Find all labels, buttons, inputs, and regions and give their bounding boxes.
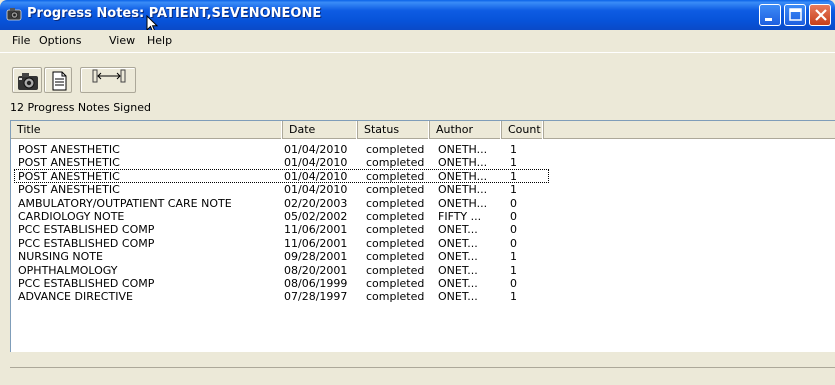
cell-date: 05/02/2002: [284, 210, 348, 223]
cell-title: PCC ESTABLISHED COMP: [18, 223, 155, 237]
list-header: Title Date Status Author Count: [11, 121, 835, 139]
cell-status: completed: [366, 263, 425, 277]
table-row[interactable]: PCC ESTABLISHED COMP 08/06/1999 completed O…: [11, 277, 835, 290]
cell-date: 01/04/2010: [284, 183, 348, 197]
cell-count: 0: [510, 236, 517, 250]
cell-title: NURSING NOTE: [18, 250, 103, 264]
window-title: Progress Notes: PATIENT,SEVENONEONE: [27, 6, 322, 21]
cell-author: ONETH...: [438, 156, 488, 170]
cell-author: ONET...: [438, 277, 478, 290]
cell-author: ONET...: [438, 223, 478, 237]
cell-title: AMBULATORY/OUTPATIENT CARE NOTE: [18, 196, 232, 210]
cell-status: completed: [366, 250, 425, 264]
cell-date: 09/28/2001: [284, 250, 348, 264]
document-button[interactable]: [44, 67, 72, 93]
column-header-title[interactable]: Title: [11, 121, 283, 139]
cell-count: 0: [510, 196, 517, 210]
table-row[interactable]: POST ANESTHETIC 01/04/2010 completed ONETH.…: [11, 183, 835, 196]
maximize-button[interactable]: [784, 4, 806, 26]
toolbar: 12 Progress Notes Signed: [0, 52, 835, 114]
cell-date: 11/06/2001: [284, 223, 348, 237]
table-row[interactable]: ADVANCE DIRECTIVE 07/28/1997 completed ONET…: [11, 290, 835, 303]
cell-status: completed: [366, 143, 425, 156]
column-header-author[interactable]: Author: [430, 121, 502, 139]
menu-file[interactable]: File: [12, 34, 30, 47]
menu-bar: File Options View Help: [0, 30, 835, 52]
column-header-date[interactable]: Date: [283, 121, 358, 139]
cell-count: 1: [510, 250, 517, 264]
cell-count: 1: [510, 143, 517, 156]
column-width-button[interactable]: [80, 67, 136, 93]
progress-notes-window: Progress Notes: PATIENT,SEVENONEONE File…: [0, 0, 835, 385]
status-bar: [0, 352, 835, 385]
table-row[interactable]: POST ANESTHETIC 01/04/2010 completed ONETH.…: [11, 156, 835, 169]
cell-date: 01/04/2010: [284, 169, 348, 183]
cell-title: CARDIOLOGY NOTE: [18, 210, 125, 223]
minimize-button[interactable]: [759, 4, 781, 26]
column-header-status[interactable]: Status: [358, 121, 430, 139]
title-bar[interactable]: Progress Notes: PATIENT,SEVENONEONE: [0, 0, 835, 30]
cell-count: 1: [510, 183, 517, 197]
cell-title: OPHTHALMOLOGY: [18, 263, 118, 277]
cell-status: completed: [366, 196, 425, 210]
cell-date: 01/04/2010: [284, 156, 348, 170]
cell-status: completed: [366, 156, 425, 170]
menu-options[interactable]: Options: [39, 34, 81, 47]
cell-count: 1: [510, 156, 517, 170]
divider: [10, 367, 835, 368]
cell-author: ONET...: [438, 250, 478, 264]
cell-count: 0: [510, 277, 517, 290]
cell-status: completed: [366, 277, 425, 290]
table-row[interactable]: NURSING NOTE 09/28/2001 completed ONET... 1: [11, 250, 835, 263]
cell-status: completed: [366, 223, 425, 237]
table-row[interactable]: AMBULATORY/OUTPATIENT CARE NOTE 02/20/200…: [11, 197, 835, 210]
cell-author: FIFTY ...: [438, 210, 482, 223]
cell-date: 07/28/1997: [284, 290, 348, 304]
cell-status: completed: [366, 183, 425, 197]
cell-title: PCC ESTABLISHED COMP: [18, 277, 155, 290]
cell-title: POST ANESTHETIC: [18, 169, 120, 183]
cell-count: 0: [510, 223, 517, 237]
table-row[interactable]: PCC ESTABLISHED COMP 11/06/2001 completed O…: [11, 223, 835, 236]
cell-author: ONETH...: [438, 169, 488, 183]
cell-author: ONETH...: [438, 196, 488, 210]
close-button[interactable]: [809, 4, 831, 26]
cell-count: 0: [510, 210, 517, 223]
column-header-count[interactable]: Count: [502, 121, 544, 139]
cell-title: ADVANCE DIRECTIVE: [18, 290, 133, 304]
camera-icon: [6, 7, 22, 21]
cell-status: completed: [366, 210, 425, 223]
cell-title: POST ANESTHETIC: [18, 143, 120, 156]
table-row[interactable]: POST ANESTHETIC 01/04/2010 completed ONETH.…: [11, 143, 835, 156]
cell-date: 02/20/2003: [284, 196, 348, 210]
camera-button[interactable]: [12, 67, 42, 93]
cell-title: POST ANESTHETIC: [18, 156, 120, 170]
cell-date: 11/06/2001: [284, 236, 348, 250]
table-row[interactable]: OPHTHALMOLOGY 08/20/2001 completed ONET... 1: [11, 264, 835, 277]
progress-notes-list[interactable]: Title Date Status Author Count POST ANES…: [10, 120, 835, 352]
cell-count: 1: [510, 263, 517, 277]
cell-author: ONET...: [438, 236, 478, 250]
notes-count-label: 12 Progress Notes Signed: [10, 101, 151, 114]
cell-count: 1: [510, 169, 517, 183]
table-row[interactable]: POST ANESTHETIC 01/04/2010 completed ONETH.…: [11, 168, 835, 183]
cell-date: 08/20/2001: [284, 263, 348, 277]
cell-author: ONETH...: [438, 183, 488, 197]
cell-count: 1: [510, 290, 517, 304]
cell-author: ONET...: [438, 290, 478, 304]
cell-status: completed: [366, 290, 425, 304]
cell-author: ONET...: [438, 263, 478, 277]
table-row[interactable]: PCC ESTABLISHED COMP 11/06/2001 completed O…: [11, 237, 835, 250]
table-row[interactable]: CARDIOLOGY NOTE 05/02/2002 completed FIFTY …: [11, 210, 835, 223]
cell-date: 08/06/1999: [284, 277, 348, 290]
cell-author: ONETH...: [438, 143, 488, 156]
menu-help[interactable]: Help: [147, 34, 172, 47]
cell-status: completed: [366, 236, 425, 250]
cell-title: POST ANESTHETIC: [18, 183, 120, 197]
cell-date: 01/04/2010: [284, 143, 348, 156]
menu-view[interactable]: View: [109, 34, 135, 47]
cell-title: PCC ESTABLISHED COMP: [18, 236, 155, 250]
cell-status: completed: [366, 169, 425, 183]
